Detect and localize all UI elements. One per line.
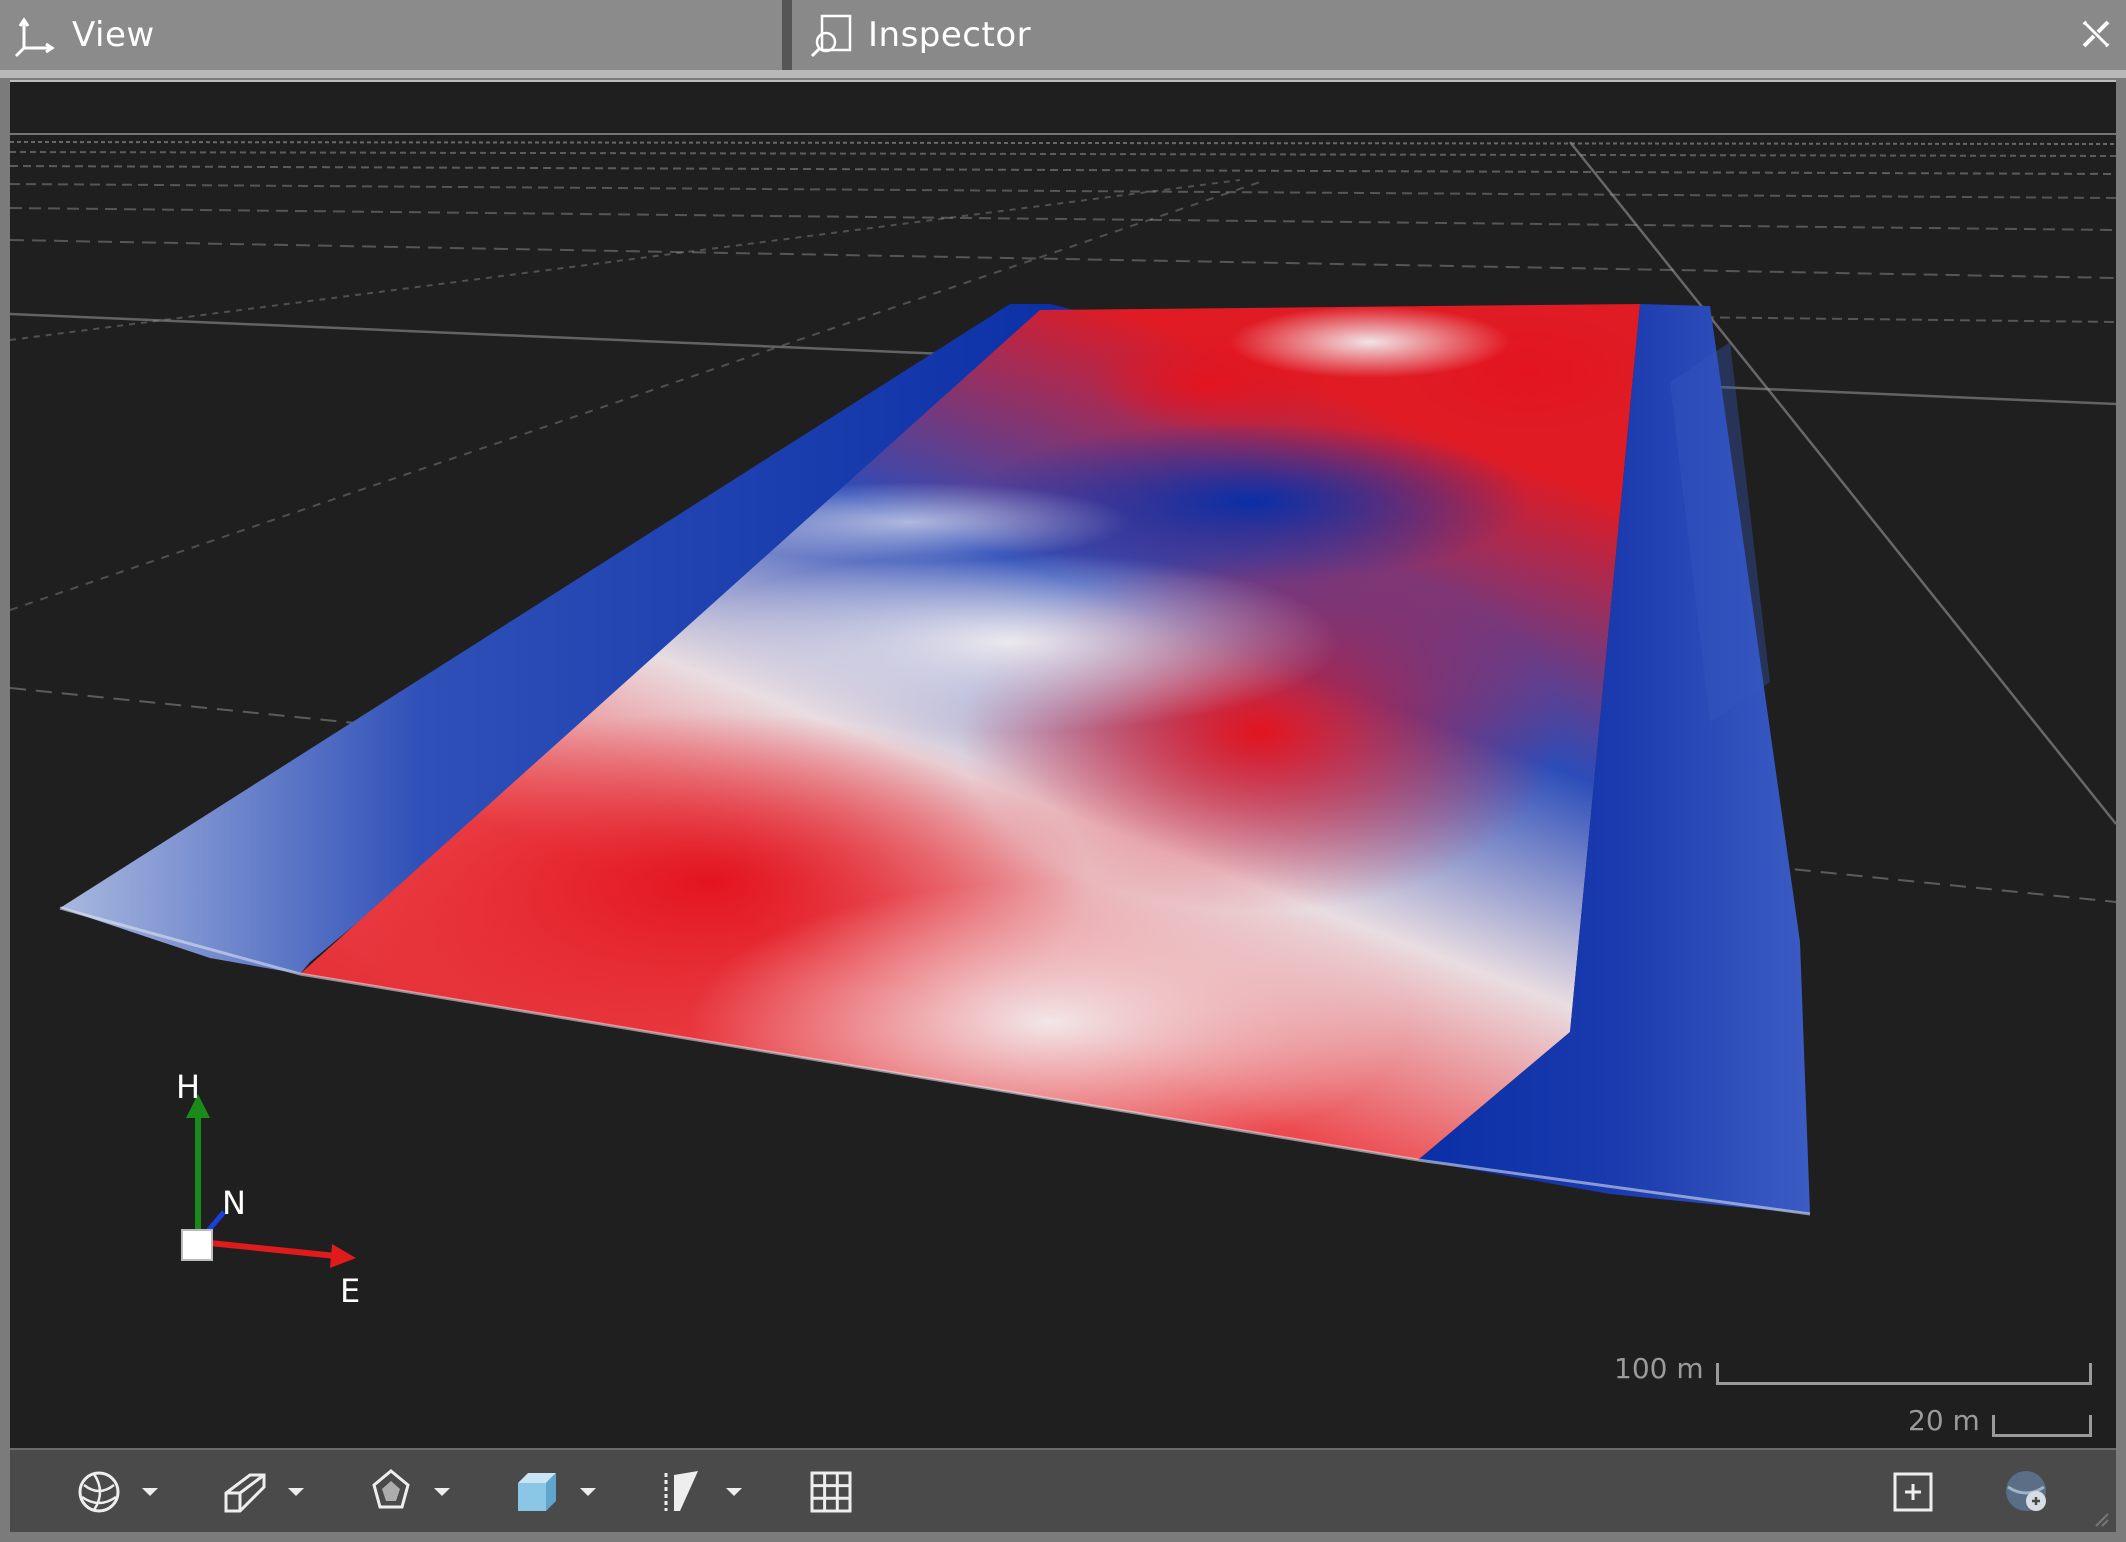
box-view-button[interactable] [512,1464,598,1520]
tab-bar-underline [0,70,2126,78]
axis-up-label: H [176,1068,201,1106]
viewport-toolbar [10,1448,2116,1532]
draw-tool-button[interactable] [220,1464,306,1520]
shading-button[interactable] [366,1464,452,1520]
zoom-extents-icon [1893,1472,1933,1512]
scale-bar-large-line [1715,1363,2092,1385]
tab-bar: View Inspector [0,0,2126,78]
globe-settings-icon [2006,1471,2046,1511]
draw-tool-icon [224,1473,266,1513]
zoom-extents-button[interactable] [1888,1464,1938,1520]
globe-settings-button[interactable] [2002,1464,2052,1520]
render-mode-icon [78,1471,120,1513]
tab-inspector[interactable]: Inspector [792,0,2126,70]
scene-canvas[interactable] [10,82,2116,1448]
window-bottom-border [0,1532,2126,1542]
render-mode-button[interactable] [74,1464,160,1520]
scale-bar-small: 20 m [1908,1404,2092,1437]
3d-viewport[interactable]: H N E 100 m 20 m [10,80,2116,1448]
chevron-down-icon[interactable] [724,1485,744,1499]
axes-icon [14,17,55,58]
terrain-surface [59,304,1811,1216]
tab-separator [782,0,792,72]
tab-view[interactable]: View [0,0,784,70]
tab-inspector-label: Inspector [868,15,1032,55]
shading-icon [372,1469,410,1509]
clip-icon [664,1471,698,1511]
tab-view-label: View [72,15,155,55]
axis-east-label: E [340,1272,361,1310]
axis-triad [181,1094,356,1268]
chevron-down-icon[interactable] [286,1485,306,1499]
axis-north-label: N [222,1184,246,1222]
close-icon[interactable] [2078,16,2114,52]
chevron-down-icon[interactable] [432,1485,452,1499]
chevron-down-icon[interactable] [578,1485,598,1499]
scale-bar-small-line [1991,1415,2092,1437]
chevron-down-icon[interactable] [140,1485,160,1499]
scale-bar-small-label: 20 m [1908,1404,1980,1437]
scale-bar-large: 100 m [1614,1352,2092,1385]
box-view-icon [518,1473,556,1511]
inspector-icon [810,14,852,58]
resize-grip-icon[interactable] [2090,1508,2110,1528]
grid-icon [810,1471,852,1513]
scale-bar-large-label: 100 m [1614,1352,1704,1385]
grid-button[interactable] [806,1464,856,1520]
clip-button[interactable] [658,1464,744,1520]
app-window: View Inspector H N E 100 m 20 m [0,0,2126,1542]
